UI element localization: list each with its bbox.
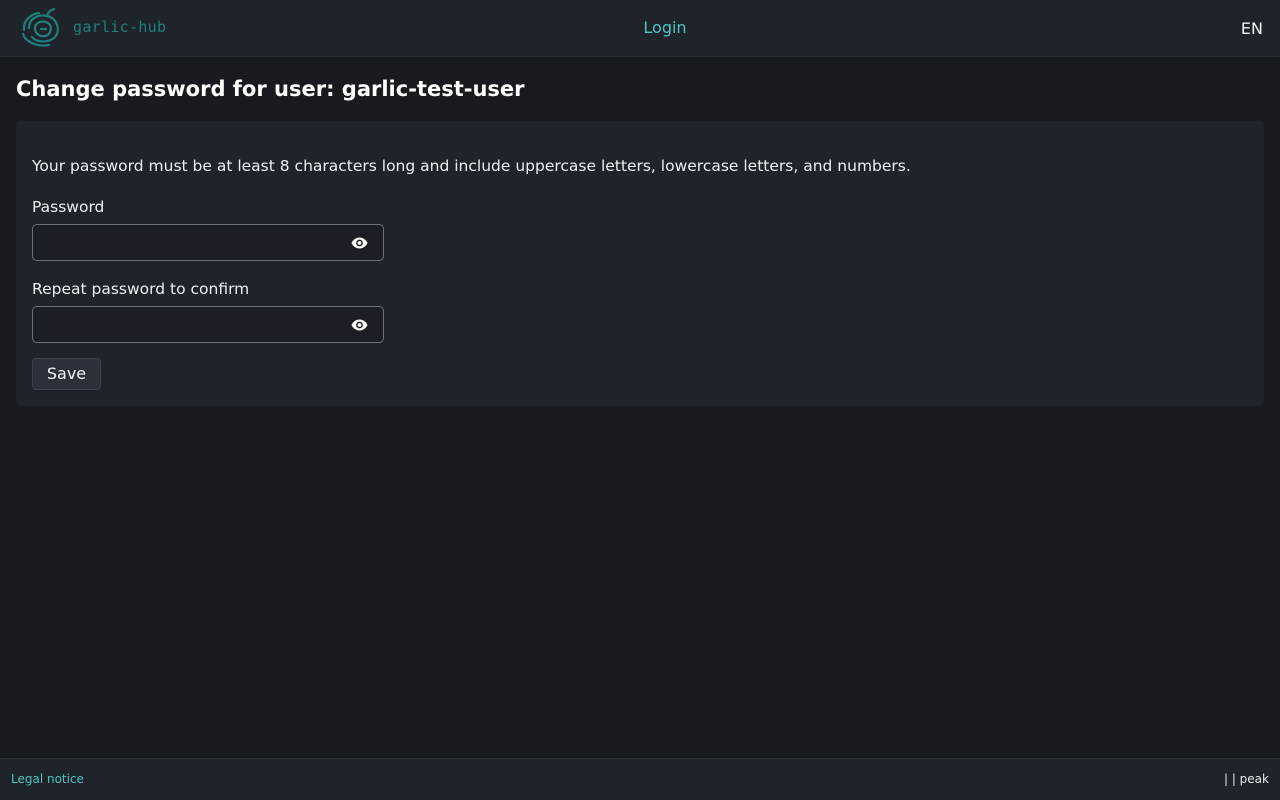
change-password-card: Your password must be at least 8 charact… <box>16 121 1264 406</box>
eye-icon[interactable] <box>351 235 368 250</box>
save-button[interactable]: Save <box>32 358 101 390</box>
language-selector[interactable]: EN <box>1241 19 1263 38</box>
password-requirements-hint: Your password must be at least 8 charact… <box>32 157 911 175</box>
footer: Legal notice | | peak <box>0 758 1280 800</box>
password-label: Password <box>32 198 105 216</box>
page-title: Change password for user: garlic-test-us… <box>16 77 525 101</box>
confirm-password-input[interactable] <box>33 307 333 342</box>
version-info: | | peak <box>1223 772 1269 786</box>
login-link[interactable]: Login <box>643 18 686 37</box>
confirm-password-field-wrapper <box>32 306 384 343</box>
nav-login-container: Login <box>0 18 1280 37</box>
top-navbar: garlic-hub Login EN <box>0 0 1280 57</box>
eye-icon[interactable] <box>351 317 368 332</box>
confirm-password-label: Repeat password to confirm <box>32 280 250 298</box>
password-input[interactable] <box>33 225 333 260</box>
password-field-wrapper <box>32 224 384 261</box>
legal-notice-link[interactable]: Legal notice <box>11 772 84 786</box>
